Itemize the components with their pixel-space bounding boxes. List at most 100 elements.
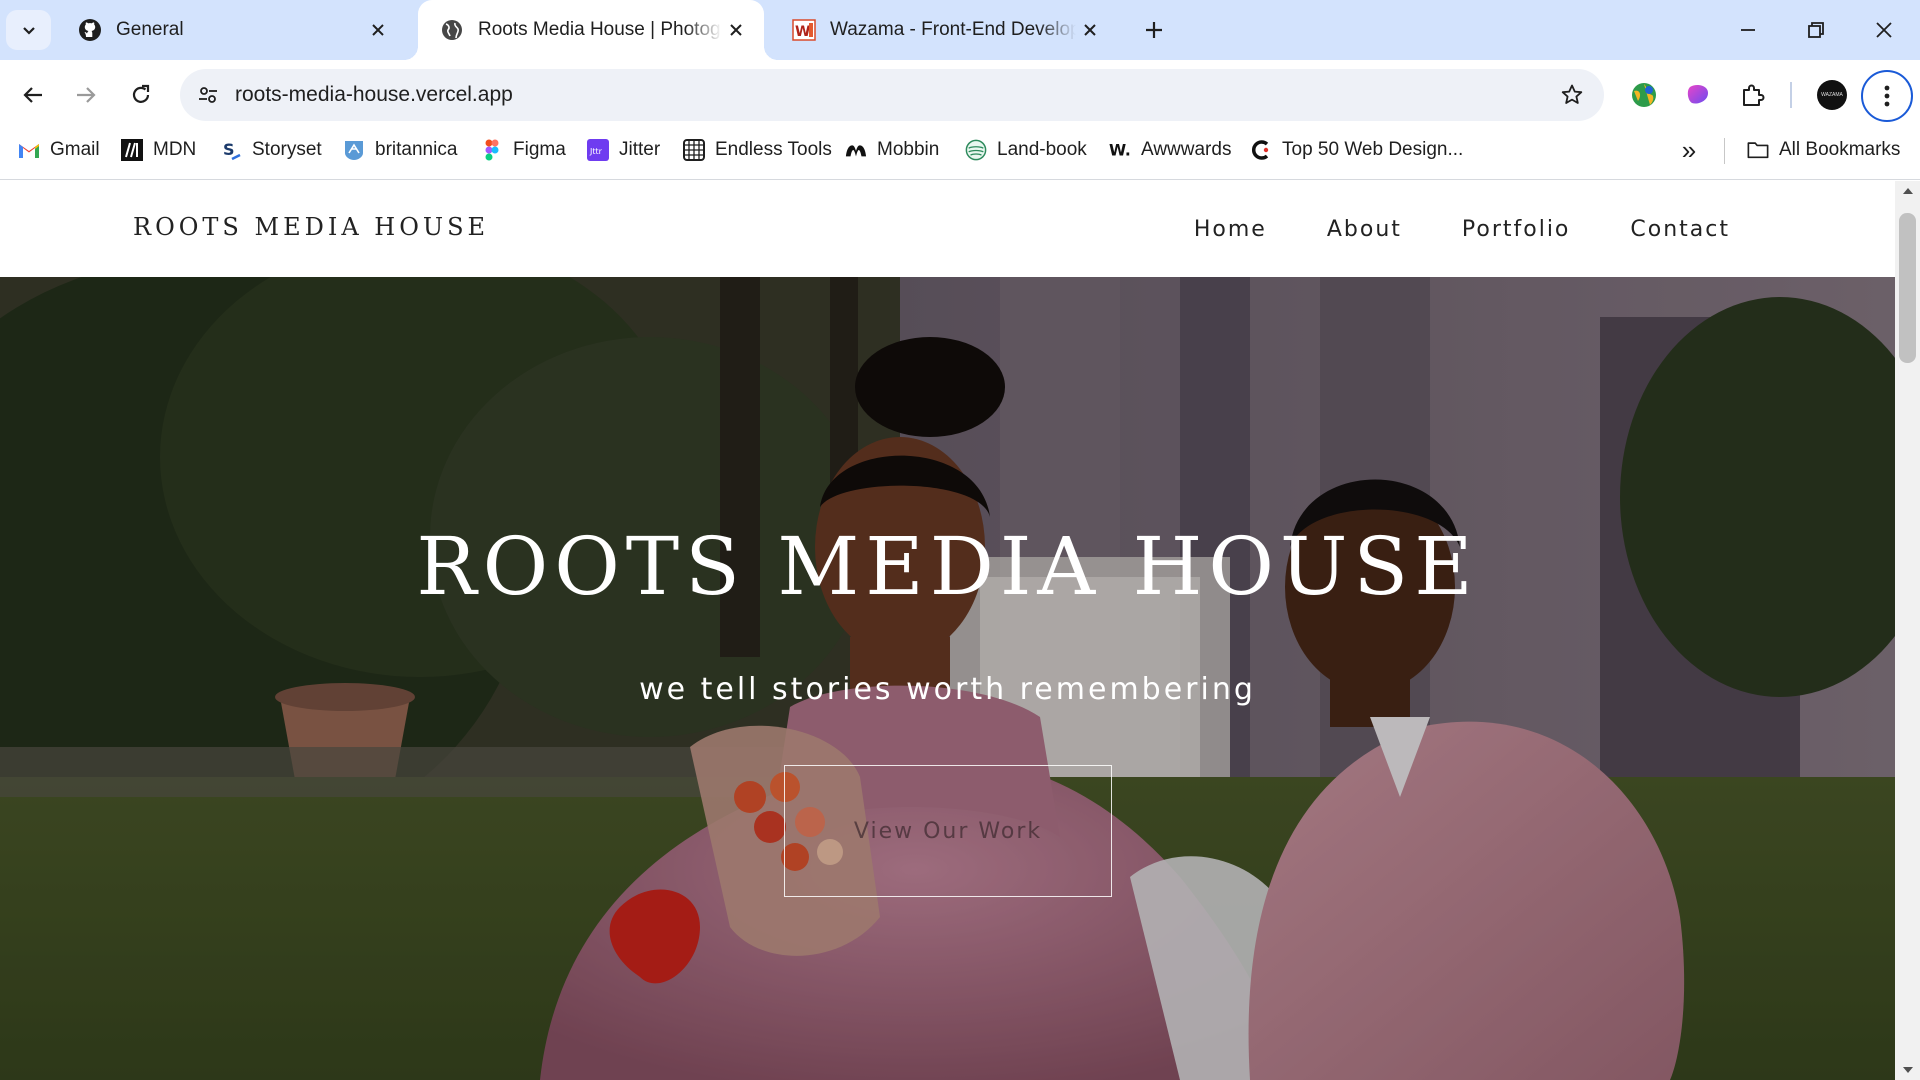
bookmark-label: Jitter: [619, 139, 661, 160]
scroll-down-arrow-icon[interactable]: [1895, 1060, 1920, 1080]
toolbar-separator: [1790, 82, 1792, 108]
reload-button[interactable]: [118, 72, 164, 118]
close-tab-icon[interactable]: [364, 16, 392, 44]
bookmark-label: All Bookmarks: [1779, 139, 1901, 160]
extensions-puzzle-icon[interactable]: [1733, 75, 1773, 115]
hero-content: ROOTS MEDIA HOUSE we tell stories worth …: [0, 277, 1895, 1080]
bookmark-jitter[interactable]: Jttr Jitter: [587, 130, 660, 170]
reload-icon: [132, 84, 150, 103]
bookmark-figma[interactable]: Figma: [481, 130, 566, 170]
tab-title: Roots Media House | Photography: [478, 19, 722, 40]
extension-gradient-icon[interactable]: [1678, 75, 1718, 115]
svg-text:W.: W.: [1109, 142, 1131, 160]
scrollbar-thumb[interactable]: [1899, 213, 1916, 363]
page-viewport: ROOTS MEDIA HOUSE Home About Portfolio C…: [0, 181, 1920, 1080]
bookmark-mobbin[interactable]: Mobbin: [845, 130, 939, 170]
mobbin-icon: [845, 139, 867, 161]
address-bar[interactable]: roots-media-house.vercel.app: [180, 69, 1604, 121]
tab-general[interactable]: General: [56, 0, 406, 60]
restore-icon: [1808, 22, 1824, 38]
back-button[interactable]: [10, 72, 56, 118]
chevron-down-icon: [22, 27, 35, 35]
nav-link-about[interactable]: About: [1327, 217, 1402, 242]
bookmark-label: Figma: [513, 139, 566, 160]
bookmark-awwwards[interactable]: W. Awwwards: [1109, 130, 1231, 170]
storyset-icon: S: [220, 139, 242, 161]
minimize-icon: [1741, 29, 1755, 31]
profile-label: WAZAMA: [1821, 92, 1843, 98]
figma-icon: [481, 139, 503, 161]
globe-icon: [440, 18, 464, 42]
bookmark-label: Storyset: [252, 139, 322, 160]
plus-icon: [1146, 22, 1162, 38]
more-vert-icon: [1884, 85, 1890, 107]
site-header: ROOTS MEDIA HOUSE Home About Portfolio C…: [0, 181, 1895, 277]
arrow-right-icon: [77, 87, 96, 103]
close-tab-icon[interactable]: [1076, 16, 1104, 44]
browser-menu-button[interactable]: [1861, 70, 1913, 122]
profile-avatar[interactable]: WAZAMA: [1817, 80, 1847, 110]
close-window-button[interactable]: [1850, 0, 1918, 60]
forward-button[interactable]: [63, 72, 109, 118]
bookmark-gmail[interactable]: Gmail: [18, 130, 100, 170]
bookmark-top50[interactable]: Top 50 Web Design...: [1250, 130, 1463, 170]
close-tab-icon[interactable]: [722, 16, 750, 44]
minimize-button[interactable]: [1714, 0, 1782, 60]
endless-tools-icon: [683, 139, 705, 161]
top50-icon: [1250, 139, 1272, 161]
double-chevron-icon: »: [1681, 135, 1697, 165]
bookmark-label: Top 50 Web Design...: [1282, 139, 1464, 160]
site-logo[interactable]: ROOTS MEDIA HOUSE: [133, 213, 489, 241]
site-nav: Home About Portfolio Contact: [1194, 181, 1730, 277]
svg-text:W: W: [795, 24, 810, 40]
awwwards-icon: W.: [1109, 139, 1131, 161]
view-our-work-button[interactable]: View Our Work: [784, 765, 1112, 897]
bookmark-label: MDN: [153, 139, 197, 160]
land-book-icon: [965, 139, 987, 161]
bookmark-label: britannica: [375, 139, 458, 160]
mdn-icon: [121, 139, 143, 161]
hero-subtitle: we tell stories worth remembering: [639, 672, 1256, 707]
svg-text:Jttr: Jttr: [589, 147, 603, 156]
restore-button[interactable]: [1782, 0, 1850, 60]
bookmark-britannica[interactable]: britannica: [343, 130, 457, 170]
hero-title: ROOTS MEDIA HOUSE: [416, 520, 1479, 613]
jitter-icon: Jttr: [587, 139, 609, 161]
bookmark-label: Mobbin: [877, 139, 940, 160]
bookmark-land-book[interactable]: Land-book: [965, 130, 1087, 170]
close-icon: [1876, 22, 1892, 38]
scroll-up-arrow-icon[interactable]: [1895, 181, 1920, 201]
github-icon: [78, 18, 102, 42]
bookmarks-separator: [1724, 138, 1725, 164]
bookmark-label: Endless Tools: [715, 139, 832, 160]
site-info-icon[interactable]: [190, 77, 226, 113]
bookmark-star-icon[interactable]: [1554, 77, 1590, 113]
bookmark-label: Land-book: [997, 139, 1087, 160]
bookmark-label: Gmail: [50, 139, 100, 160]
tab-title: General: [116, 19, 184, 40]
new-tab-button[interactable]: [1134, 10, 1174, 50]
bookmarks-bar: Gmail MDN S Storyset britannica Figma Jt…: [0, 130, 1920, 180]
bookmark-endless-tools[interactable]: Endless Tools: [683, 130, 832, 170]
gmail-icon: [18, 139, 40, 161]
nav-link-home[interactable]: Home: [1194, 217, 1267, 242]
tab-search-button[interactable]: [6, 10, 51, 50]
hero-section: ROOTS MEDIA HOUSE we tell stories worth …: [0, 277, 1895, 1080]
nav-link-portfolio[interactable]: Portfolio: [1462, 217, 1571, 242]
all-bookmarks-folder[interactable]: All Bookmarks: [1747, 130, 1900, 170]
address-text[interactable]: roots-media-house.vercel.app: [235, 69, 513, 121]
tab-strip: General Roots Media House | Photography …: [0, 0, 1920, 60]
svg-text:S: S: [223, 140, 235, 159]
britannica-icon: [343, 139, 365, 161]
browser-toolbar: roots-media-house.vercel.app WAZAMA: [0, 60, 1920, 130]
page-scrollbar[interactable]: [1895, 181, 1920, 1080]
wazama-icon: W: [792, 18, 816, 42]
bookmark-mdn[interactable]: MDN: [121, 130, 196, 170]
tab-wazama[interactable]: W Wazama - Front-End Developer: [770, 0, 1118, 60]
tab-roots-media-house[interactable]: Roots Media House | Photography: [404, 0, 778, 60]
nav-link-contact[interactable]: Contact: [1630, 217, 1730, 242]
bookmark-storyset[interactable]: S Storyset: [220, 130, 322, 170]
extension-globe-icon[interactable]: [1624, 75, 1664, 115]
arrow-left-icon: [23, 87, 42, 103]
bookmarks-overflow-button[interactable]: »: [1674, 130, 1704, 170]
